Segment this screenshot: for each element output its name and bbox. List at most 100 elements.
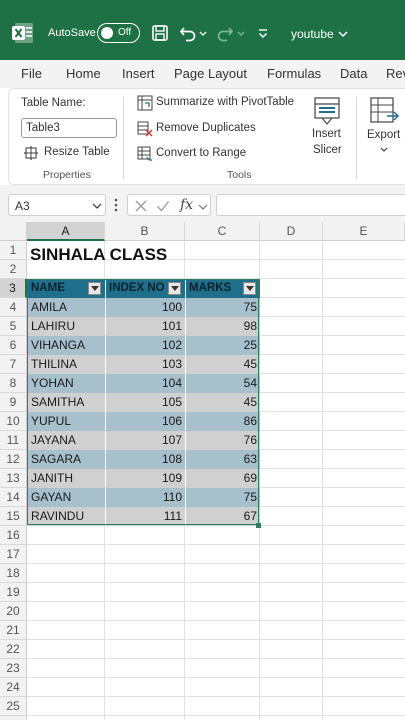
row-header-1[interactable]: 1 [0, 241, 27, 260]
table-cell[interactable]: YOHAN [28, 374, 105, 393]
row-header-10[interactable]: 10 [0, 412, 27, 431]
chevron-down-icon[interactable] [198, 203, 208, 211]
table-cell[interactable]: SAGARA [28, 450, 105, 469]
tab-data[interactable]: Data [340, 66, 367, 81]
column-header-b[interactable]: B [105, 222, 185, 241]
table-cell[interactable]: 100 [106, 298, 185, 317]
table-cell[interactable]: 45 [186, 355, 260, 374]
filter-dropdown-icon[interactable] [88, 282, 101, 295]
table-cell[interactable]: 86 [186, 412, 260, 431]
table-cell[interactable]: 103 [106, 355, 185, 374]
table-cell[interactable]: 110 [106, 488, 185, 507]
row-header-23[interactable]: 23 [0, 659, 27, 678]
insert-function-button[interactable]: fx [180, 197, 193, 213]
table-cell[interactable]: JAYANA [28, 431, 105, 450]
row-header-14[interactable]: 14 [0, 488, 27, 507]
redo-dropdown-icon[interactable] [236, 24, 246, 42]
table-cell[interactable]: 67 [186, 507, 260, 526]
row-header-18[interactable]: 18 [0, 564, 27, 583]
table-cell[interactable]: THILINA [28, 355, 105, 374]
summarize-pivot-button[interactable]: Summarize with PivotTable [156, 96, 294, 108]
column-header-d[interactable]: D [260, 222, 323, 241]
table-cell[interactable]: 63 [186, 450, 260, 469]
table-cell[interactable]: 25 [186, 336, 260, 355]
filter-dropdown-icon[interactable] [243, 282, 256, 295]
file-name[interactable]: youtube [291, 27, 334, 41]
table-cell[interactable]: VIHANGA [28, 336, 105, 355]
row-header-4[interactable]: 4 [0, 298, 27, 317]
spreadsheet-grid[interactable]: A B C D E 1 2 3 4 5 6 7 8 9 10 11 12 13 14 15 16 17 18 19 20 21 22… [0, 222, 405, 720]
table-cell[interactable]: 101 [106, 317, 185, 336]
column-header-c[interactable]: C [185, 222, 260, 241]
table-cell[interactable]: 104 [106, 374, 185, 393]
table-cell[interactable]: 111 [106, 507, 185, 526]
customize-toolbar-icon[interactable] [256, 24, 270, 42]
row-header-15[interactable]: 15 [0, 507, 27, 526]
table-cell[interactable]: GAYAN [28, 488, 105, 507]
undo-dropdown-icon[interactable] [198, 24, 208, 42]
more-options-icon[interactable] [113, 197, 119, 213]
insert-slicer-label-2[interactable]: Slicer [313, 144, 342, 156]
chevron-down-icon[interactable] [379, 146, 389, 154]
row-header-11[interactable]: 11 [0, 431, 27, 450]
table-cell[interactable]: 54 [186, 374, 260, 393]
enter-check-icon[interactable] [156, 199, 170, 213]
table-cell[interactable]: 98 [186, 317, 260, 336]
export-button[interactable]: Export [367, 129, 400, 141]
column-header-e[interactable]: E [323, 222, 405, 241]
tab-page-layout[interactable]: Page Layout [174, 66, 247, 81]
tab-file[interactable]: File [21, 66, 42, 81]
row-header-20[interactable]: 20 [0, 602, 27, 621]
autosave-toggle[interactable]: Off [97, 23, 140, 43]
row-header-26[interactable]: 26 [0, 716, 27, 720]
filter-dropdown-icon[interactable] [168, 282, 181, 295]
row-header-21[interactable]: 21 [0, 621, 27, 640]
row-header-25[interactable]: 25 [0, 697, 27, 716]
row-header-6[interactable]: 6 [0, 336, 27, 355]
tab-home[interactable]: Home [66, 66, 101, 81]
row-header-24[interactable]: 24 [0, 678, 27, 697]
tab-review[interactable]: Rev [386, 66, 405, 81]
row-header-19[interactable]: 19 [0, 583, 27, 602]
save-icon[interactable] [151, 24, 169, 42]
table-resize-handle[interactable] [256, 523, 261, 528]
undo-icon[interactable] [179, 24, 197, 42]
row-header-5[interactable]: 5 [0, 317, 27, 336]
convert-range-button[interactable]: Convert to Range [156, 147, 246, 159]
tab-insert[interactable]: Insert [122, 66, 155, 81]
table-cell[interactable]: 102 [106, 336, 185, 355]
row-header-17[interactable]: 17 [0, 545, 27, 564]
table-cell[interactable]: 106 [106, 412, 185, 431]
chevron-down-icon[interactable] [338, 29, 348, 39]
row-header-2[interactable]: 2 [0, 260, 27, 279]
row-header-7[interactable]: 7 [0, 355, 27, 374]
table-cell[interactable]: RAVINDU [28, 507, 105, 526]
table-cell[interactable]: 75 [186, 488, 260, 507]
chevron-down-icon[interactable] [92, 202, 102, 210]
formula-input[interactable] [216, 194, 405, 216]
table-cell[interactable]: YUPUL [28, 412, 105, 431]
table-cell[interactable]: 76 [186, 431, 260, 450]
table-cell[interactable]: 105 [106, 393, 185, 412]
row-header-16[interactable]: 16 [0, 526, 27, 545]
table-cell[interactable]: 107 [106, 431, 185, 450]
table-cell[interactable]: JANITH [28, 469, 105, 488]
insert-slicer-label-1[interactable]: Insert [312, 128, 341, 140]
tab-formulas[interactable]: Formulas [267, 66, 321, 81]
table-cell[interactable]: 108 [106, 450, 185, 469]
cancel-icon[interactable] [134, 199, 148, 213]
row-header-8[interactable]: 8 [0, 374, 27, 393]
table-name-input[interactable] [21, 118, 117, 138]
row-header-22[interactable]: 22 [0, 640, 27, 659]
column-header-a[interactable]: A [27, 222, 105, 241]
resize-table-button[interactable]: Resize Table [44, 146, 110, 158]
row-header-13[interactable]: 13 [0, 469, 27, 488]
row-header-9[interactable]: 9 [0, 393, 27, 412]
row-header-3[interactable]: 3 [0, 279, 27, 298]
sheet-title[interactable]: SINHALA CLASS [30, 245, 167, 265]
table-cell[interactable]: 45 [186, 393, 260, 412]
redo-icon[interactable] [216, 24, 234, 42]
table-cell[interactable]: SAMITHA [28, 393, 105, 412]
table-cell[interactable]: 75 [186, 298, 260, 317]
remove-duplicates-button[interactable]: Remove Duplicates [156, 122, 256, 134]
